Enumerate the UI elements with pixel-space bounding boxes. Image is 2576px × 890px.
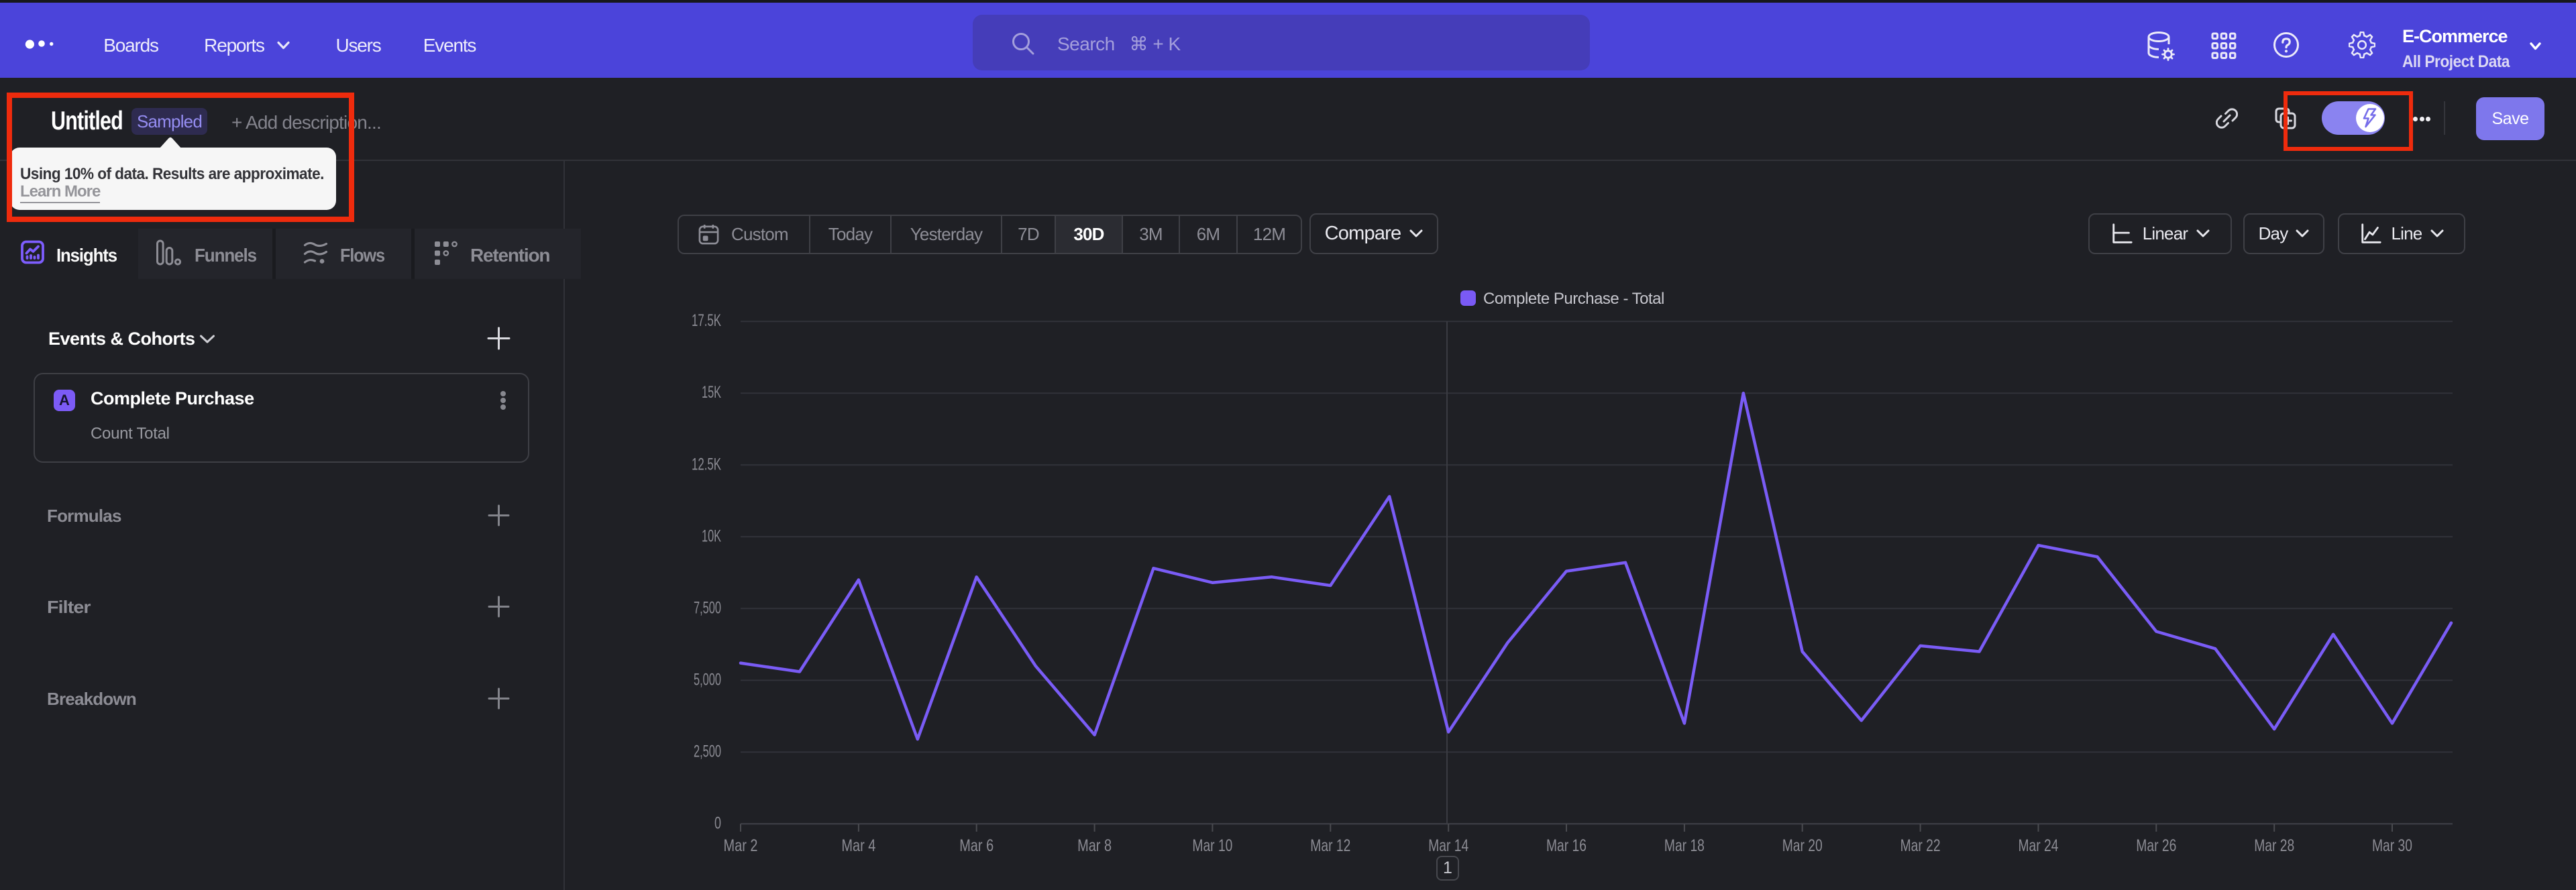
svg-text:Mar 18: Mar 18 [1664,836,1705,855]
svg-text:Mar 2: Mar 2 [724,836,758,855]
svg-text:Mar 8: Mar 8 [1077,836,1112,855]
svg-text:Mar 10: Mar 10 [1192,836,1232,855]
svg-text:15K: 15K [702,383,721,402]
svg-text:12.5K: 12.5K [692,455,721,474]
svg-text:Mar 6: Mar 6 [959,836,994,855]
svg-text:Mar 20: Mar 20 [1782,836,1823,855]
svg-text:0: 0 [714,814,721,832]
svg-text:Mar 16: Mar 16 [1546,836,1587,855]
svg-text:10K: 10K [702,526,721,545]
svg-text:Mar 22: Mar 22 [1900,836,1941,855]
svg-text:Mar 28: Mar 28 [2254,836,2294,855]
svg-text:Mar 4: Mar 4 [841,836,875,855]
svg-text:Mar 26: Mar 26 [2136,836,2176,855]
svg-text:7,500: 7,500 [694,598,721,617]
svg-text:Mar 12: Mar 12 [1310,836,1350,855]
svg-text:5,000: 5,000 [694,670,721,689]
svg-text:17.5K: 17.5K [692,311,721,330]
svg-text:Mar 14: Mar 14 [1428,836,1468,855]
svg-text:2,500: 2,500 [694,742,721,761]
svg-text:Mar 24: Mar 24 [2019,836,2059,855]
svg-text:Mar 30: Mar 30 [2372,836,2412,855]
